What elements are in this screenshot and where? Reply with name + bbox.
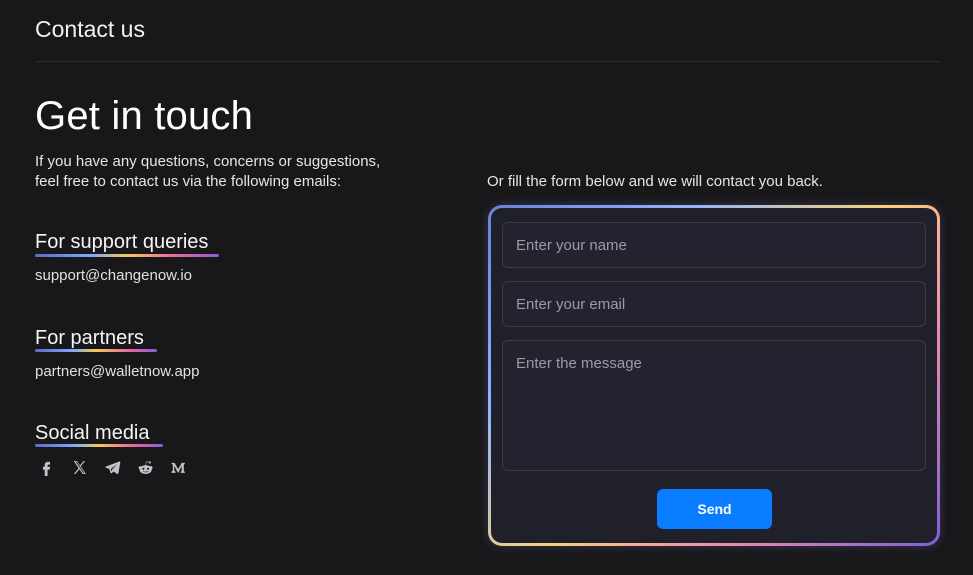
- contact-page: Contact us Get in touch If you have any …: [0, 0, 973, 575]
- intro-text: If you have any questions, concerns or s…: [35, 152, 405, 192]
- partners-title-underline: [35, 349, 157, 352]
- support-email-link[interactable]: support@changenow.io: [35, 267, 192, 284]
- email-input[interactable]: [502, 281, 926, 327]
- social-section-title: Social media: [35, 422, 150, 444]
- intro-line-1: If you have any questions, concerns or s…: [35, 153, 381, 170]
- intro-line-2: feel free to contact us via the followin…: [35, 173, 341, 190]
- x-icon[interactable]: [70, 458, 89, 477]
- medium-icon[interactable]: [169, 458, 188, 477]
- social-title-underline: [35, 444, 163, 447]
- facebook-icon[interactable]: [37, 458, 56, 477]
- partners-email-link[interactable]: partners@walletnow.app: [35, 363, 200, 380]
- telegram-icon[interactable]: [103, 458, 122, 477]
- send-button[interactable]: Send: [657, 489, 772, 529]
- form-caption: Or fill the form below and we will conta…: [487, 173, 823, 190]
- support-title-underline: [35, 254, 219, 257]
- headline: Get in touch: [35, 94, 254, 138]
- contact-form: Send: [491, 208, 937, 543]
- reddit-icon[interactable]: [136, 458, 155, 477]
- partners-section-title: For partners: [35, 327, 144, 349]
- header-divider: [35, 61, 940, 62]
- support-section-title: For support queries: [35, 231, 209, 253]
- name-input[interactable]: [502, 222, 926, 268]
- social-links: [37, 458, 188, 477]
- message-textarea[interactable]: [502, 340, 926, 471]
- contact-form-frame: Send: [488, 205, 940, 546]
- page-header-title: Contact us: [35, 16, 145, 42]
